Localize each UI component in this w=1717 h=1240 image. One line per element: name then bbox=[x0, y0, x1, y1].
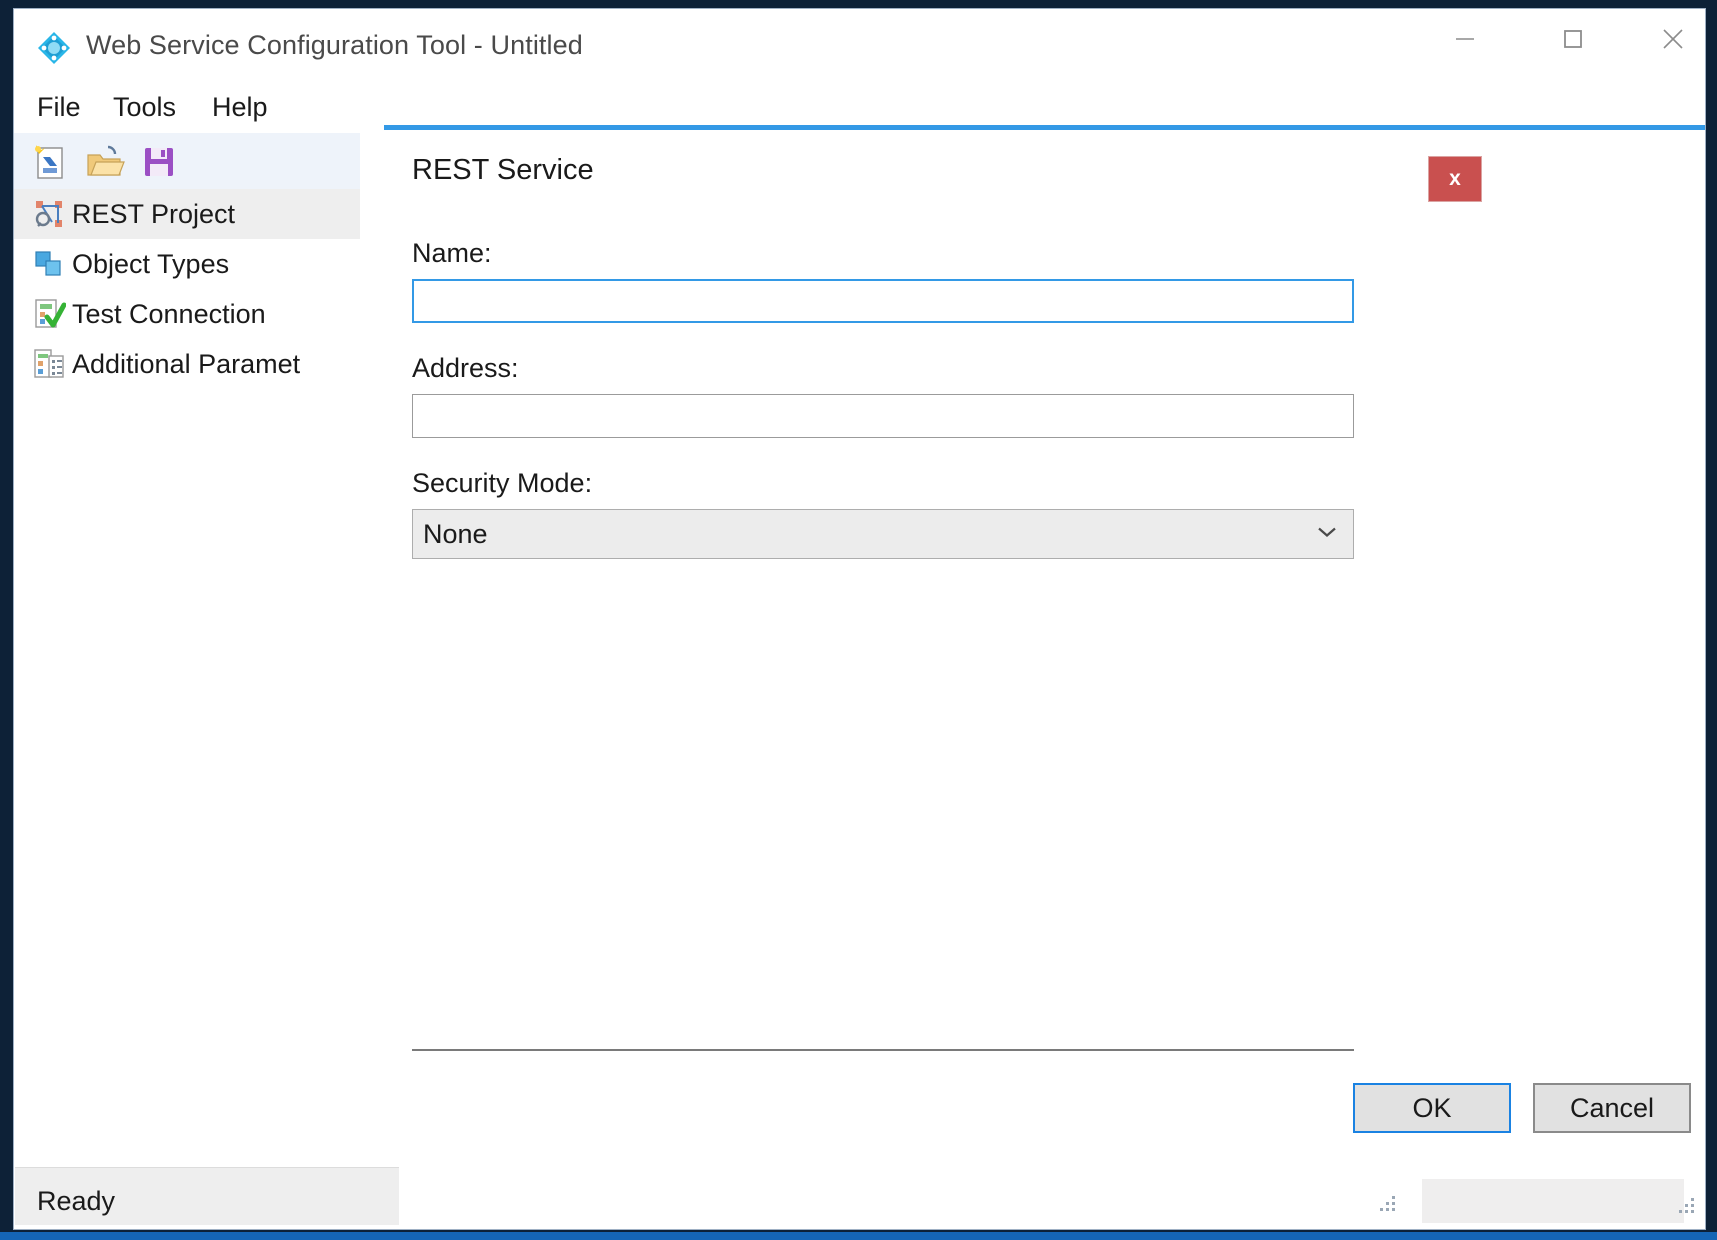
sidebar-item-additional-parameters[interactable]: Additional Paramet bbox=[14, 339, 360, 389]
sidebar-item-label: Object Types bbox=[72, 248, 230, 279]
security-mode-select[interactable]: None bbox=[412, 509, 1354, 559]
menu-item-help[interactable]: Help bbox=[206, 90, 274, 125]
application-root: Web Service Configuration Tool - Untitle… bbox=[0, 0, 1717, 1240]
dialog-footer: OK Cancel bbox=[1353, 1083, 1691, 1133]
diamond-app-icon bbox=[35, 29, 73, 67]
security-mode-select-wrapper: None bbox=[412, 509, 1354, 559]
ok-button[interactable]: OK bbox=[1353, 1083, 1511, 1133]
save-floppy-icon[interactable] bbox=[138, 143, 180, 181]
dialog-title: REST Service bbox=[412, 154, 594, 186]
menu-item-file[interactable]: File bbox=[31, 90, 87, 125]
status-bar: Ready bbox=[14, 1161, 1705, 1229]
window-resize-grip-icon[interactable] bbox=[1671, 1190, 1699, 1223]
name-label: Name: bbox=[412, 238, 492, 268]
sidebar-item-test-connection[interactable]: Test Connection bbox=[14, 289, 360, 339]
title-bar: Web Service Configuration Tool - Untitle… bbox=[14, 9, 1705, 81]
toolbar bbox=[14, 133, 360, 189]
sidebar-item-object-types[interactable]: Object Types bbox=[14, 239, 360, 289]
rest-service-dialog: REST Service x Name: Address: Security M… bbox=[384, 125, 1705, 1163]
maximize-icon[interactable] bbox=[1537, 9, 1609, 69]
sidebar-item-label: Additional Paramet bbox=[72, 348, 301, 379]
rest-service-form: Name: Address: Security Mode: None bbox=[412, 238, 1354, 559]
rest-project-icon bbox=[32, 197, 66, 231]
status-panel: Ready bbox=[15, 1167, 399, 1225]
dialog-separator bbox=[412, 1049, 1354, 1051]
dialog-close-button[interactable]: x bbox=[1428, 156, 1482, 202]
open-folder-icon[interactable] bbox=[84, 143, 126, 181]
status-panel-secondary bbox=[1422, 1179, 1684, 1223]
close-icon[interactable] bbox=[1637, 9, 1705, 69]
main-window: Web Service Configuration Tool - Untitle… bbox=[13, 8, 1706, 1230]
sidebar-item-label: REST Project bbox=[72, 198, 236, 229]
left-pane: REST Project Object Types Test Connectio… bbox=[14, 133, 360, 1163]
sidebar-item-label: Test Connection bbox=[72, 298, 266, 329]
status-text: Ready bbox=[37, 1186, 116, 1216]
new-document-icon[interactable] bbox=[30, 143, 72, 181]
cancel-button[interactable]: Cancel bbox=[1533, 1083, 1691, 1133]
additional-parameters-icon bbox=[32, 347, 66, 381]
address-input[interactable] bbox=[412, 394, 1354, 438]
menu-item-tools[interactable]: Tools bbox=[107, 90, 182, 125]
window-title: Web Service Configuration Tool - Untitle… bbox=[86, 30, 583, 60]
address-label: Address: bbox=[412, 353, 519, 383]
object-types-icon bbox=[32, 247, 66, 281]
minimize-icon[interactable] bbox=[1429, 9, 1501, 69]
resize-grip-icon[interactable] bbox=[1372, 1188, 1400, 1221]
sidebar-tree: REST Project Object Types Test Connectio… bbox=[14, 189, 360, 389]
name-input[interactable] bbox=[412, 279, 1354, 323]
bottom-accent-bar bbox=[0, 1232, 1717, 1240]
test-connection-icon bbox=[32, 297, 67, 331]
security-mode-label: Security Mode: bbox=[412, 468, 593, 498]
sidebar-item-rest-project[interactable]: REST Project bbox=[14, 189, 360, 239]
